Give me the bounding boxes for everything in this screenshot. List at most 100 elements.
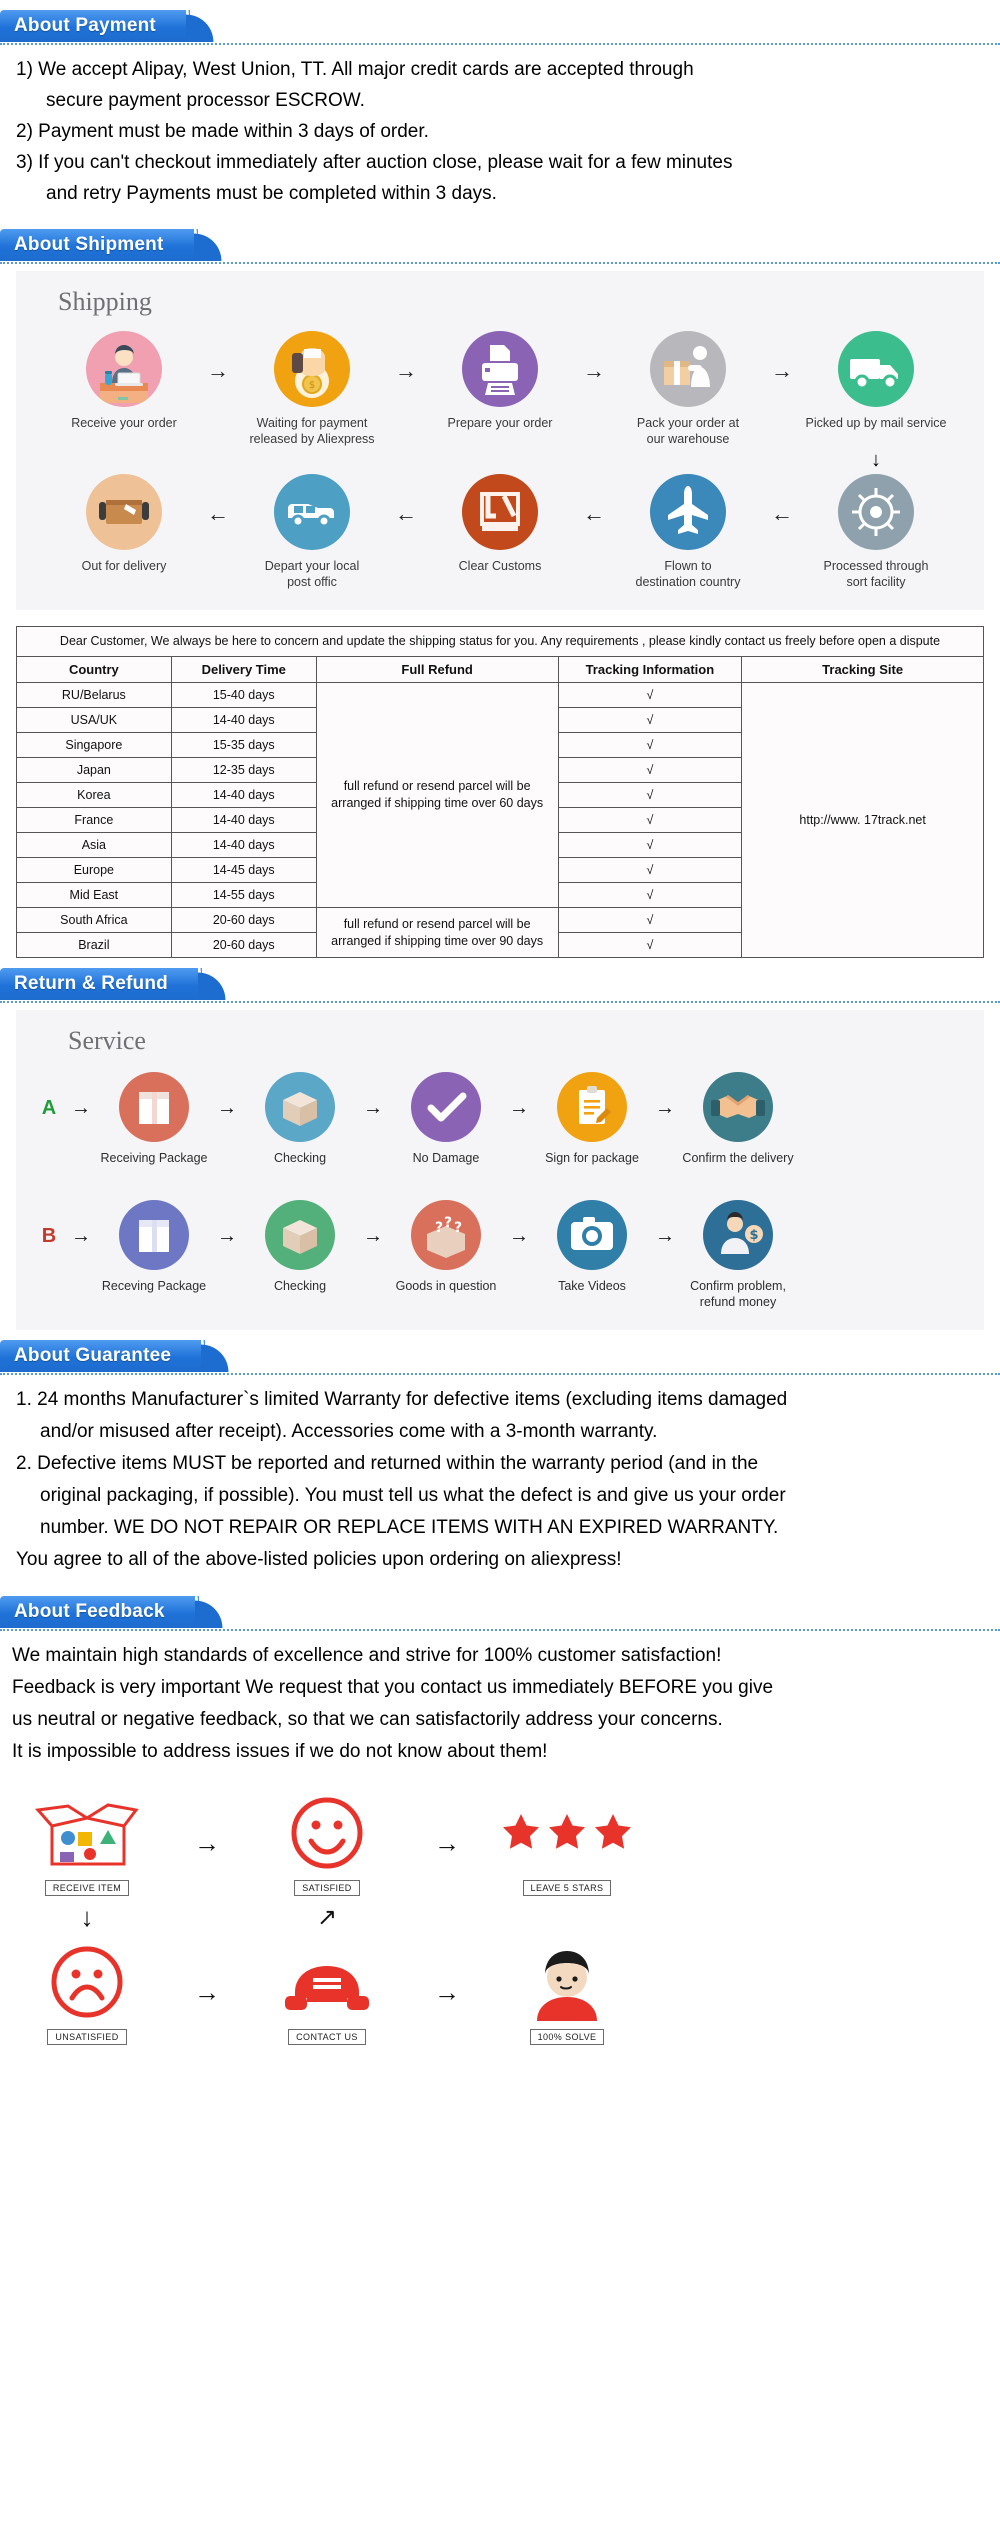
- feedback-line: It is impossible to address issues if we…: [12, 1741, 548, 1762]
- feedback-text-block: We maintain high standards of excellence…: [0, 1634, 1000, 1778]
- flow-step-label: Prepare your order: [447, 416, 553, 430]
- service-step: Checking: [244, 1200, 356, 1294]
- open-carton-icon: [32, 1790, 142, 1876]
- cell-time: 14-40 days: [170, 782, 317, 808]
- arrow-up-right-icon: ↗: [316, 1904, 338, 1931]
- section-header-return-refund: Return & Refund: [0, 964, 1000, 1006]
- cell-tracking: √: [557, 682, 743, 708]
- section-header-guarantee: About Guarantee: [0, 1336, 1000, 1378]
- row-tag-b: B: [41, 1225, 57, 1247]
- col-header-refund: Full Refund: [315, 656, 559, 683]
- service-step: $ Confirm problem, refund money: [682, 1200, 794, 1310]
- feedback-caption: UNSATISFIED: [47, 2029, 127, 2045]
- sad-face-icon: [45, 1939, 129, 2025]
- service-step-label: Sign for package: [545, 1151, 639, 1165]
- van-icon: [274, 474, 350, 550]
- service-step: Checking: [244, 1072, 356, 1166]
- service-step-label: Confirm problem, refund money: [690, 1279, 786, 1309]
- check-mark-icon: [411, 1072, 481, 1142]
- feedback-line: us neutral or negative feedback, so that…: [12, 1709, 723, 1730]
- col-header-country: Country: [16, 656, 172, 683]
- flow-step-label: Flown to destination country: [635, 559, 741, 589]
- flow-step-label: Processed through sort facility: [823, 559, 929, 589]
- cell-country: France: [16, 807, 172, 833]
- service-step-label: Receiving Package: [100, 1151, 208, 1165]
- cell-refund-90: full refund or resend parcel will be arr…: [315, 907, 559, 958]
- guarantee-line: You agree to all of the above-listed pol…: [16, 1549, 622, 1570]
- flow-step: Flown to destination country: [613, 474, 763, 590]
- smiley-face-icon: [285, 1790, 369, 1876]
- feedback-caption: SATISFIED: [294, 1880, 360, 1896]
- payment-line: 1) We accept Alipay, West Union, TT. All…: [16, 59, 694, 80]
- printer-icon: [462, 331, 538, 407]
- support-person-icon: [519, 1939, 615, 2025]
- header-dotted-rule: [0, 1001, 1000, 1003]
- payment-text-block: 1) We accept Alipay, West Union, TT. All…: [0, 48, 1000, 219]
- cell-country: South Africa: [16, 907, 172, 933]
- cell-country: Korea: [16, 782, 172, 808]
- service-step: ? ? ? Goods in question: [390, 1200, 502, 1294]
- flow-step-label: Picked up by mail service: [805, 416, 947, 430]
- svg-text:?: ?: [435, 1220, 443, 1236]
- table-row: RU/Belarus 15-40 days full refund or res…: [16, 682, 984, 958]
- open-box-icon: [265, 1200, 335, 1270]
- cell-country: Japan: [16, 757, 172, 783]
- sort-facility-icon: [838, 474, 914, 550]
- cell-tracking: √: [557, 732, 743, 758]
- section-header-shipment: About Shipment: [0, 225, 1000, 267]
- service-step-label: Take Videos: [558, 1279, 626, 1293]
- feedback-step: SATISFIED: [285, 1790, 369, 1896]
- clipboard-sign-icon: [557, 1072, 627, 1142]
- arrow-left-icon: ←: [207, 501, 229, 526]
- arrow-right-icon: →: [583, 358, 605, 383]
- flow-step: Picked up by mail service: [801, 331, 951, 431]
- arrow-right-icon: →: [655, 1097, 675, 1119]
- service-step-label: No Damage: [412, 1151, 480, 1165]
- service-step-label: Checking: [273, 1279, 327, 1293]
- flow-step: Pack your order at our warehouse: [613, 331, 763, 447]
- cell-country: Singapore: [16, 732, 172, 758]
- shipping-flow-title: Shipping: [58, 287, 152, 316]
- cell-refund-60: full refund or resend parcel will be arr…: [315, 682, 559, 908]
- svg-text:?: ?: [444, 1215, 452, 1231]
- col-header-tracking: Tracking Information: [557, 656, 743, 683]
- service-step: Take Videos: [536, 1200, 648, 1294]
- feedback-step: CONTACT US: [277, 1939, 377, 2045]
- three-stars-icon: [497, 1790, 637, 1876]
- cell-country: Asia: [16, 832, 172, 858]
- feedback-step: UNSATISFIED: [45, 1939, 129, 2045]
- cell-tracking: √: [557, 757, 743, 783]
- customs-stamp-icon: [462, 474, 538, 550]
- service-step: Confirm the delivery: [682, 1072, 794, 1166]
- flow-step: Clear Customs: [425, 474, 575, 574]
- cell-time: 15-35 days: [170, 732, 317, 758]
- arrow-right-icon: →: [655, 1225, 675, 1247]
- cell-country: Mid East: [16, 882, 172, 908]
- arrow-right-icon: →: [217, 1225, 237, 1247]
- feedback-caption: 100% SOLVE: [529, 2029, 605, 2045]
- arrow-left-icon: ←: [771, 501, 793, 526]
- shipping-flow-row-1: Receive your order → $ Waiting for payme…: [24, 331, 976, 447]
- cell-time: 14-40 days: [170, 807, 317, 833]
- payment-line: secure payment processor ESCROW.: [46, 90, 365, 111]
- cell-tracking: √: [557, 782, 743, 808]
- product-policy-page: About Payment 1) We accept Alipay, West …: [0, 6, 1000, 2059]
- guarantee-line: 1. 24 months Manufacturer`s limited Warr…: [16, 1389, 788, 1410]
- service-step-label: Goods in question: [395, 1279, 497, 1293]
- header-dotted-rule: [0, 43, 1000, 45]
- feedback-line: Feedback is very important We request th…: [12, 1677, 774, 1698]
- question-box-icon: ? ? ?: [411, 1200, 481, 1270]
- feedback-flow-graphic: RECEIVE ITEM → SATISFIED → LEAVE 5 STARS…: [0, 1790, 1000, 2059]
- cell-country: Europe: [16, 857, 172, 883]
- feedback-caption: CONTACT US: [288, 2029, 366, 2045]
- guarantee-line: 2. Defective items MUST be reported and …: [16, 1453, 759, 1474]
- shipping-table: Dear Customer, We always be here to conc…: [16, 626, 984, 958]
- svg-text:?: ?: [454, 1220, 462, 1236]
- payment-line: and retry Payments must be completed wit…: [46, 183, 497, 204]
- flow-step-label: Waiting for payment released by Aliexpre…: [249, 416, 375, 446]
- service-step: No Damage: [390, 1072, 502, 1166]
- guarantee-line: and/or misused after receipt). Accessori…: [40, 1421, 658, 1442]
- header-dotted-rule: [0, 262, 1000, 264]
- service-step: Receiving Package: [98, 1072, 210, 1166]
- banner-label-return-refund: Return & Refund: [0, 968, 228, 1000]
